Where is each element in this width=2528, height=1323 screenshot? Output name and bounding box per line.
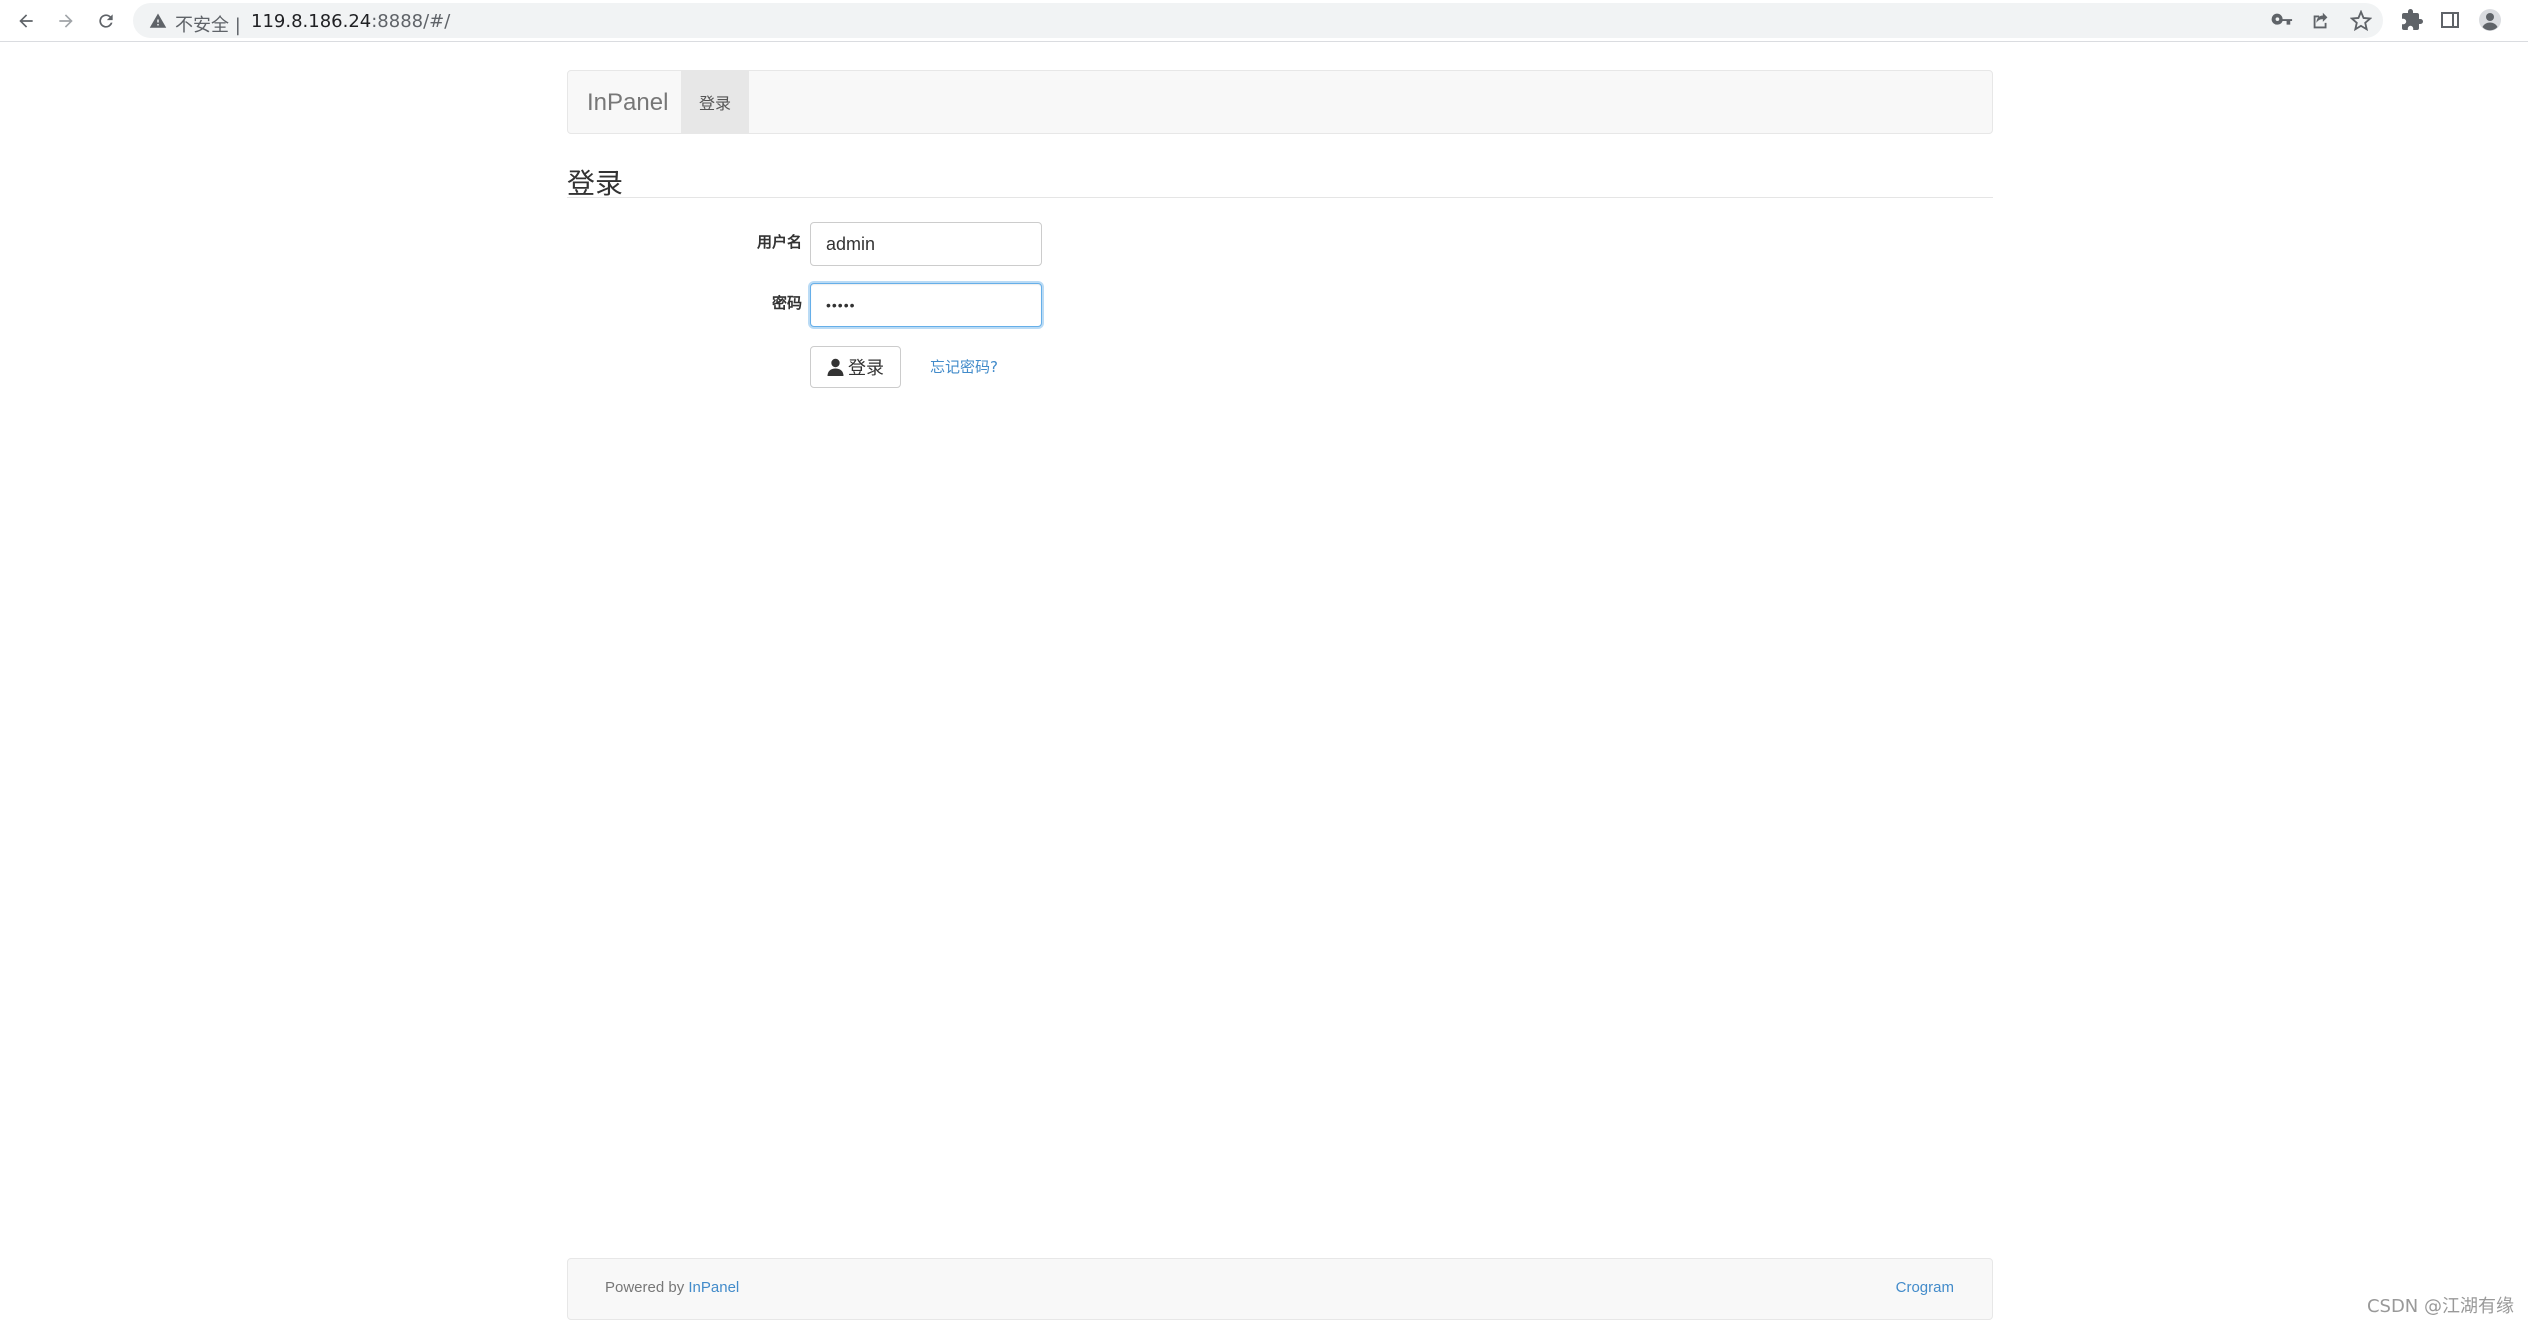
top-navbar: InPanel 登录 xyxy=(567,70,1993,134)
footer: Powered by InPanel Crogram xyxy=(567,1258,1993,1320)
forgot-password-link[interactable]: 忘记密码? xyxy=(930,356,998,377)
url-host: 119.8.186.24 xyxy=(251,11,372,32)
profile-icon[interactable] xyxy=(2478,8,2502,32)
security-indicator[interactable]: 不安全 | xyxy=(175,11,241,37)
username-label: 用户名 xyxy=(756,233,802,251)
url-path: :8888/#/ xyxy=(371,11,451,32)
key-icon[interactable] xyxy=(2271,10,2293,32)
warning-icon xyxy=(149,13,167,28)
reload-icon xyxy=(99,14,113,28)
url-text[interactable]: 119.8.186.24:8888/#/ xyxy=(251,11,450,32)
page-title: 登录 xyxy=(567,162,1993,200)
password-label: 密码 xyxy=(771,294,802,312)
watermark: CSDN @江湖有缘 xyxy=(2366,1296,2514,1317)
login-button[interactable]: 登录 xyxy=(810,346,901,388)
footer-crogram-link[interactable]: Crogram xyxy=(1896,1279,1954,1296)
nav-item-login[interactable]: 登录 xyxy=(681,71,749,133)
footer-powered-by: Powered by InPanel xyxy=(605,1279,739,1296)
back-button[interactable] xyxy=(12,7,40,35)
user-icon xyxy=(827,358,844,376)
address-bar[interactable]: 不安全 | 119.8.186.24:8888/#/ xyxy=(133,3,2383,38)
forward-button[interactable] xyxy=(52,7,80,35)
username-input[interactable] xyxy=(810,222,1042,266)
browser-toolbar: 不安全 | 119.8.186.24:8888/#/ xyxy=(0,0,2528,42)
extensions-icon[interactable] xyxy=(2400,8,2424,32)
page-title-text: 登录 xyxy=(567,167,624,200)
star-icon[interactable] xyxy=(2350,10,2372,32)
powered-by-text: Powered by xyxy=(605,1279,685,1296)
side-panel-icon[interactable] xyxy=(2438,8,2462,32)
footer-inpanel-link[interactable]: InPanel xyxy=(688,1279,739,1296)
password-input[interactable] xyxy=(810,283,1042,327)
arrow-left-icon xyxy=(19,14,33,28)
share-icon[interactable] xyxy=(2310,10,2332,32)
arrow-right-icon xyxy=(59,14,73,28)
brand-logo[interactable]: InPanel xyxy=(587,89,668,117)
login-button-label: 登录 xyxy=(848,358,884,379)
reload-button[interactable] xyxy=(92,7,120,35)
